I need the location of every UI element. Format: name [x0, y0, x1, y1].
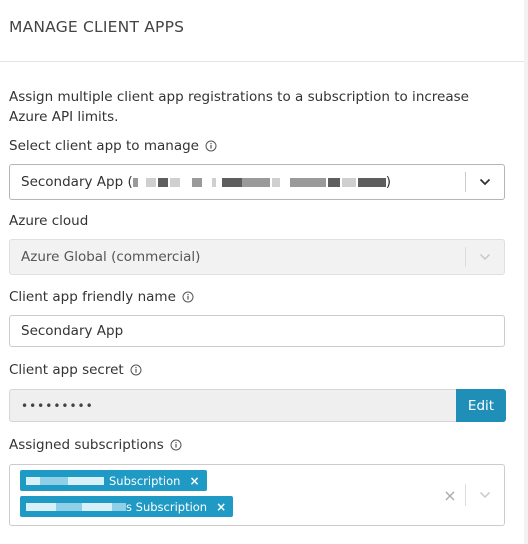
close-icon[interactable]: × [435, 486, 465, 505]
edit-secret-button[interactable]: Edit [456, 389, 506, 422]
redacted-id [169, 177, 180, 187]
client-app-select-label-text: Select client app to manage [9, 138, 199, 154]
info-icon[interactable] [205, 140, 217, 152]
redacted-name [40, 476, 68, 485]
description-text: Assign multiple client app registrations… [9, 89, 469, 125]
redacted-id [191, 177, 202, 187]
assigned-subscriptions-label: Assigned subscriptions [9, 437, 506, 453]
client-app-id-close: ) [385, 174, 391, 190]
subscription-chip-label: s Subscription [126, 499, 208, 514]
subscription-chips: Subscription × s Subscription × [10, 465, 435, 525]
friendly-name-group: Client app friendly name Secondary App [9, 289, 506, 347]
redacted-id [221, 177, 242, 187]
client-secret-group: Client app secret ••••••••• Edit [9, 362, 506, 422]
redacted-id [357, 177, 386, 187]
client-app-select[interactable]: Secondary App ( ) [9, 164, 505, 200]
remove-chip-icon[interactable]: × [189, 474, 199, 488]
chevron-down-icon[interactable] [466, 165, 504, 199]
manage-client-apps-panel: MANAGE CLIENT APPS Assign multiple clien… [0, 0, 528, 544]
client-secret-row: ••••••••• Edit [9, 389, 506, 422]
client-secret-input: ••••••••• [9, 389, 456, 422]
redacted-id [341, 177, 356, 187]
assigned-subscriptions-select[interactable]: Subscription × s Subscription × × [9, 464, 505, 526]
subscription-chip: Subscription × [20, 470, 207, 491]
assigned-subscriptions-label-text: Assigned subscriptions [9, 437, 164, 453]
client-secret-label: Client app secret [9, 362, 506, 378]
redacted-name [26, 476, 40, 485]
redacted-id [145, 177, 156, 187]
remove-chip-icon[interactable]: × [216, 500, 226, 514]
redacted-id [289, 177, 326, 187]
assigned-subscriptions-group: Assigned subscriptions Subscription × s … [9, 437, 506, 526]
info-icon[interactable] [130, 364, 142, 376]
redacted-id [327, 177, 340, 187]
redacted-id [157, 177, 168, 187]
subscription-chip-label: Subscription [109, 473, 181, 488]
friendly-name-input[interactable]: Secondary App [9, 315, 505, 347]
redacted-name [82, 502, 112, 511]
redacted-name [68, 476, 104, 485]
info-icon[interactable] [182, 291, 194, 303]
friendly-name-label-text: Client app friendly name [9, 289, 176, 305]
azure-cloud-label: Azure cloud [9, 213, 89, 229]
client-secret-label-text: Client app secret [9, 362, 124, 378]
panel-title: MANAGE CLIENT APPS [9, 18, 185, 36]
panel-content: Assign multiple client app registrations… [0, 62, 528, 526]
azure-cloud-value: Azure Global (commercial) [21, 249, 201, 265]
panel-header: MANAGE CLIENT APPS [0, 0, 528, 62]
redacted-id [211, 177, 216, 187]
redacted-id [271, 177, 280, 187]
client-app-select-label: Select client app to manage [9, 138, 506, 154]
azure-cloud-group: Azure cloud Azure Global (commercial) [9, 213, 506, 275]
redacted-id [132, 177, 138, 187]
azure-cloud-select: Azure Global (commercial) [9, 239, 505, 275]
multi-select-controls: × [435, 465, 504, 525]
client-app-select-group: Select client app to manage Secondary Ap… [9, 138, 506, 200]
scrollbar[interactable] [524, 0, 528, 544]
info-icon[interactable] [170, 439, 182, 451]
redacted-name [26, 502, 56, 511]
friendly-name-label: Client app friendly name [9, 289, 506, 305]
chevron-down-icon[interactable] [466, 465, 504, 525]
chevron-down-icon [466, 240, 504, 274]
redacted-id [241, 177, 270, 187]
client-app-select-value: Secondary App ( ) [10, 174, 465, 190]
redacted-name [56, 502, 82, 511]
redacted-name [112, 502, 126, 511]
subscription-chip: s Subscription × [20, 496, 234, 517]
client-app-name: Secondary App ( [21, 174, 133, 190]
